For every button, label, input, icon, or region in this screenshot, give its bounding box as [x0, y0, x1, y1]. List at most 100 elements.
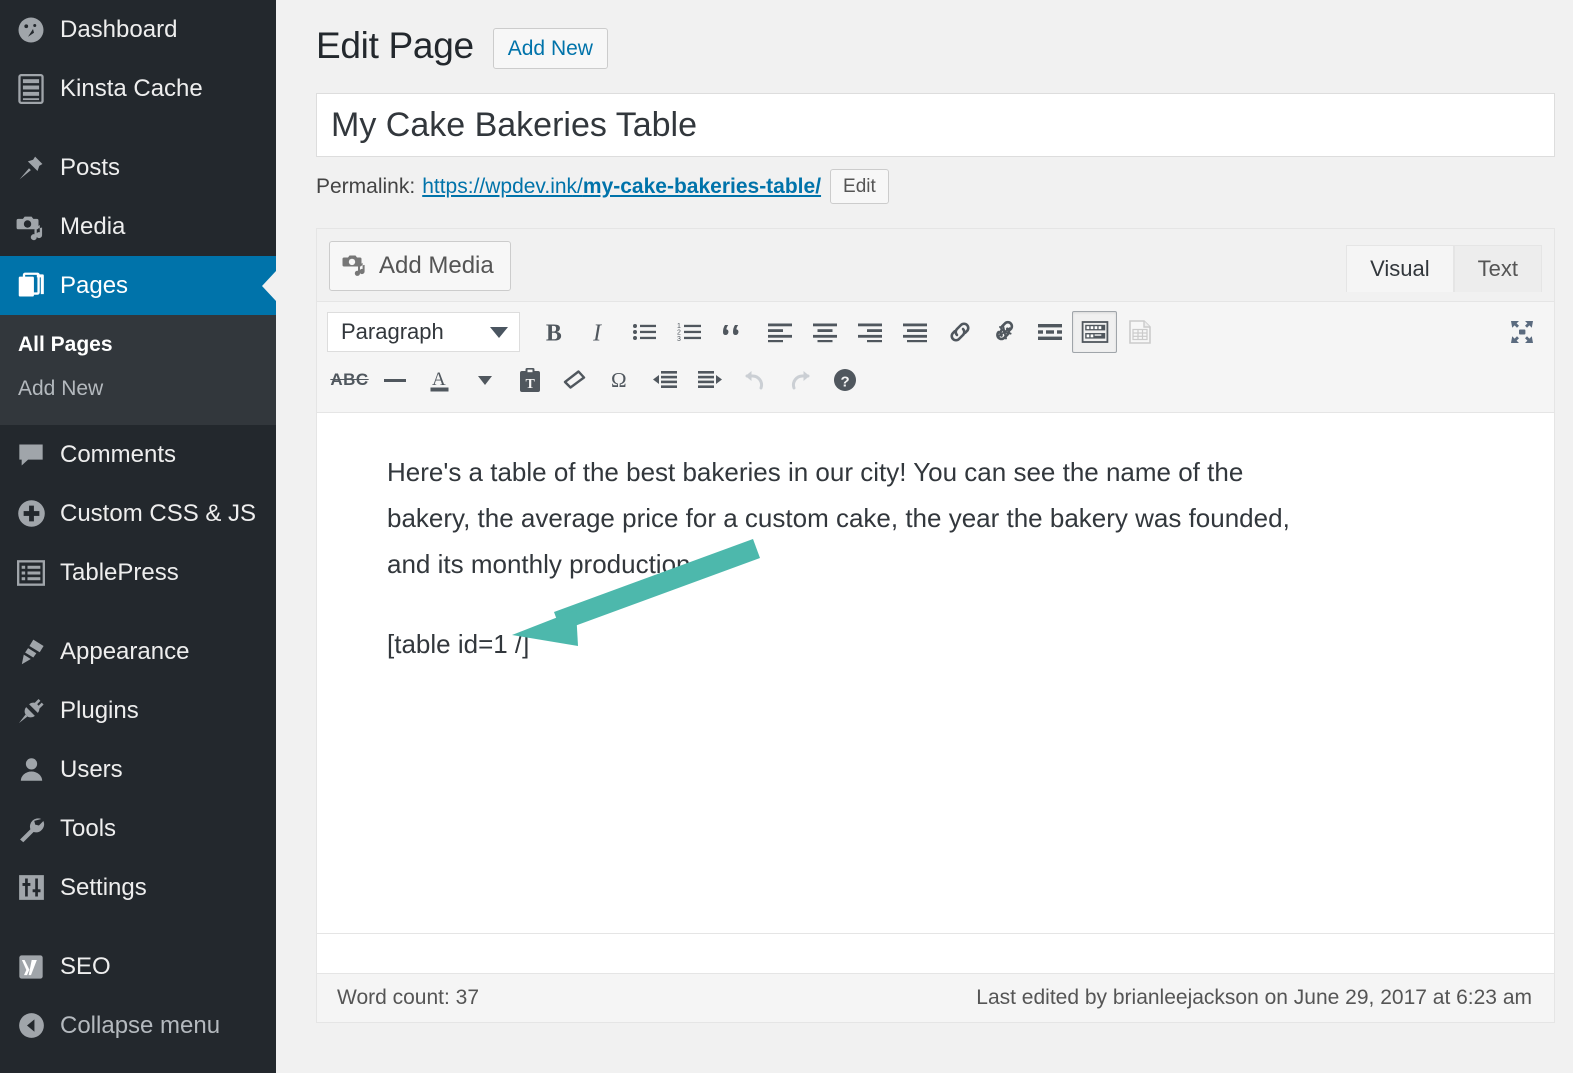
yoast-icon — [14, 950, 48, 984]
wrench-icon — [14, 812, 48, 846]
svg-text:?: ? — [840, 374, 849, 391]
redo-icon[interactable] — [777, 359, 822, 401]
table-list-icon — [14, 556, 48, 590]
main-content: Edit Page Add New My Cake Bakeries Table… — [276, 0, 1573, 1073]
sidebar-item-label: Custom CSS & JS — [60, 502, 256, 526]
bulleted-list-icon[interactable] — [622, 311, 667, 353]
sidebar-item-label: SEO — [60, 955, 111, 979]
media-icon — [342, 252, 368, 280]
submenu-item-label: All Pages — [18, 333, 113, 356]
add-media-button[interactable]: Add Media — [329, 241, 511, 291]
svg-text:T: T — [525, 377, 535, 392]
wordpress-admin-screen: Dashboard Kinsta Cache Posts Media — [0, 0, 1573, 1073]
sidebar-item-label: Appearance — [60, 640, 189, 664]
strikethrough-label: ABC — [330, 370, 368, 390]
permalink-row: Permalink: https://wpdev.ink/my-cake-bak… — [316, 169, 1573, 204]
submenu-item-add-new[interactable]: Add New — [0, 367, 276, 411]
sidebar-item-label: Pages — [60, 274, 128, 298]
editor-content-inner: Here's a table of the best bakeries in o… — [317, 413, 1554, 660]
page-header: Edit Page Add New — [276, 0, 1573, 69]
submenu-item-all-pages[interactable]: All Pages — [0, 323, 276, 367]
format-select[interactable]: Paragraph — [327, 312, 520, 352]
horizontal-line-icon[interactable] — [372, 359, 417, 401]
admin-sidebar: Dashboard Kinsta Cache Posts Media — [0, 0, 276, 1073]
sidebar-item-collapse-menu[interactable]: Collapse menu — [0, 996, 276, 1055]
undo-icon[interactable] — [732, 359, 777, 401]
dashboard-icon — [14, 13, 48, 47]
blockquote-icon[interactable] — [712, 311, 757, 353]
post-title-input[interactable]: My Cake Bakeries Table — [316, 93, 1555, 157]
sidebar-item-appearance[interactable]: Appearance — [0, 622, 276, 681]
sidebar-item-label: Posts — [60, 156, 120, 180]
tab-visual[interactable]: Visual — [1346, 245, 1454, 292]
permalink-link[interactable]: https://wpdev.ink/my-cake-bakeries-table… — [422, 175, 821, 199]
comment-icon — [14, 438, 48, 472]
sidebar-item-posts[interactable]: Posts — [0, 138, 276, 197]
sidebar-item-comments[interactable]: Comments — [0, 425, 276, 484]
italic-icon[interactable]: I — [577, 311, 622, 353]
sidebar-item-plugins[interactable]: Plugins — [0, 681, 276, 740]
align-center-icon[interactable] — [802, 311, 847, 353]
content-shortcode: [table id=1 /] — [387, 629, 1484, 660]
sidebar-item-tablepress[interactable]: TablePress — [0, 543, 276, 602]
sidebar-item-tools[interactable]: Tools — [0, 799, 276, 858]
toolbar-toggle-icon[interactable] — [1072, 311, 1117, 353]
text-color-caret-icon[interactable] — [462, 359, 507, 401]
sidebar-item-label: Kinsta Cache — [60, 77, 203, 101]
svg-text:I: I — [592, 320, 602, 345]
plug-icon — [14, 694, 48, 728]
pages-icon — [14, 269, 48, 303]
chevron-down-icon — [490, 327, 508, 338]
editor-resize-strip[interactable] — [317, 934, 1554, 974]
text-color-icon[interactable]: A — [417, 359, 462, 401]
pages-submenu: All Pages Add New — [0, 315, 276, 425]
sidebar-item-pages[interactable]: Pages — [0, 256, 276, 315]
add-new-button[interactable]: Add New — [493, 28, 608, 69]
unlink-icon[interactable] — [982, 311, 1027, 353]
fullscreen-icon[interactable] — [1499, 311, 1544, 353]
last-edited: Last edited by brianleejackson on June 2… — [976, 986, 1532, 1010]
editor-content-area[interactable]: Here's a table of the best bakeries in o… — [317, 413, 1554, 934]
align-left-icon[interactable] — [757, 311, 802, 353]
svg-text:Ω: Ω — [611, 368, 627, 392]
permalink-label: Permalink: — [316, 175, 415, 199]
paste-as-text-icon[interactable]: T — [507, 359, 552, 401]
sidebar-item-kinsta-cache[interactable]: Kinsta Cache — [0, 59, 276, 118]
justify-icon[interactable] — [892, 311, 937, 353]
decrease-indent-icon[interactable] — [642, 359, 687, 401]
sidebar-item-media[interactable]: Media — [0, 197, 276, 256]
editor-toolbar: Paragraph B I 123 — [317, 302, 1554, 413]
permalink-slug: my-cake-bakeries-table/ — [583, 175, 821, 198]
add-media-label: Add Media — [379, 254, 494, 278]
link-icon[interactable] — [937, 311, 982, 353]
toolbar-row-1: Paragraph B I 123 — [327, 308, 1544, 356]
format-select-value: Paragraph — [341, 319, 444, 345]
sidebar-item-seo[interactable]: SEO — [0, 937, 276, 996]
sidebar-item-settings[interactable]: Settings — [0, 858, 276, 917]
media-icon — [14, 210, 48, 244]
page-title: Edit Page — [316, 25, 474, 67]
word-count: Word count: 37 — [337, 986, 479, 1010]
sidebar-item-users[interactable]: Users — [0, 740, 276, 799]
edit-slug-button[interactable]: Edit — [830, 169, 889, 204]
read-more-icon[interactable] — [1027, 311, 1072, 353]
numbered-list-icon[interactable]: 123 — [667, 311, 712, 353]
svg-text:B: B — [545, 320, 561, 345]
tablepress-table-icon[interactable] — [1117, 311, 1162, 353]
sidebar-item-custom-css-js[interactable]: Custom CSS & JS — [0, 484, 276, 543]
svg-text:A: A — [432, 369, 446, 390]
keyboard-shortcuts-icon[interactable]: ? — [822, 359, 867, 401]
sidebar-item-dashboard[interactable]: Dashboard — [0, 0, 276, 59]
user-icon — [14, 753, 48, 787]
plus-circle-icon — [14, 497, 48, 531]
special-character-icon[interactable]: Ω — [597, 359, 642, 401]
editor-mode-tabs: Visual Text — [1346, 245, 1542, 292]
tab-text[interactable]: Text — [1454, 245, 1542, 292]
bold-icon[interactable]: B — [532, 311, 577, 353]
increase-indent-icon[interactable] — [687, 359, 732, 401]
align-right-icon[interactable] — [847, 311, 892, 353]
clear-formatting-icon[interactable] — [552, 359, 597, 401]
sidebar-separator — [0, 118, 276, 138]
strikethrough-icon[interactable]: ABC — [327, 359, 372, 401]
sidebar-item-label: TablePress — [60, 561, 179, 585]
